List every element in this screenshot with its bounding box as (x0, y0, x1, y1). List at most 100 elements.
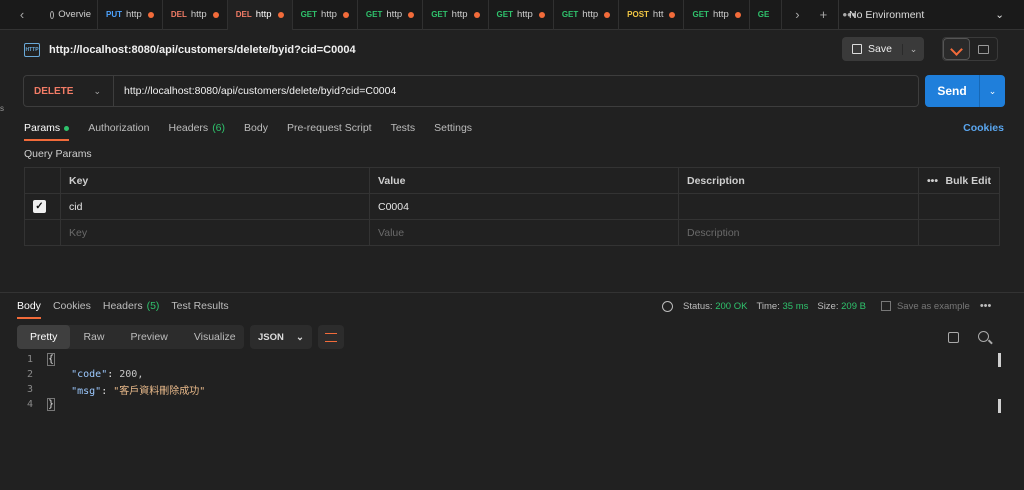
response-meta: Status: 200 OK Time: 35 ms Size: 209 B S… (662, 300, 991, 312)
request-title[interactable]: http://localhost:8080/api/customers/dele… (49, 44, 356, 56)
response-bar: Body Cookies Headers (5) Test Results Sta… (17, 297, 1007, 319)
line-number: 1 (26, 354, 33, 365)
request-tab[interactable]: GET http (423, 0, 489, 30)
tab-label: http (190, 9, 207, 20)
header-description: Description (678, 167, 919, 194)
request-tab[interactable]: GET http (358, 0, 424, 30)
request-tab[interactable]: DEL http (227, 0, 293, 30)
unsaved-dot-icon (473, 11, 480, 18)
request-tab[interactable]: POST htt (619, 0, 685, 30)
scrollbar-marker (998, 399, 1001, 413)
response-body-editor[interactable]: 1{ 2 "code": 200, 3 "msg": "客戶資料刪除成功" 4} (17, 352, 987, 412)
unsaved-dot-icon (408, 11, 415, 18)
save-example-label: Save as example (896, 300, 970, 312)
tab-headers[interactable]: Headers (6) (168, 118, 225, 138)
response-tab-headers[interactable]: Headers (5) (103, 297, 160, 315)
pane-divider[interactable] (0, 292, 1024, 293)
edit-button[interactable] (943, 38, 971, 60)
unsaved-dot-icon (538, 11, 545, 18)
request-tab[interactable]: PUT http (98, 0, 163, 30)
tab-params[interactable]: Params (24, 118, 70, 141)
chevron-left-icon[interactable]: ‹ (0, 0, 44, 30)
chevron-down-icon: ⌄ (93, 85, 101, 96)
request-tab[interactable]: GET http (554, 0, 620, 30)
copy-icon[interactable] (948, 332, 959, 343)
view-tab-pretty[interactable]: Pretty (17, 325, 71, 349)
send-button[interactable]: Send (925, 75, 979, 107)
plus-icon[interactable]: + (810, 7, 836, 22)
chevron-right-icon[interactable]: › (784, 7, 810, 22)
request-tab[interactable]: GET http (293, 0, 358, 30)
wrap-lines-button[interactable] (318, 325, 344, 349)
view-tab-visualize[interactable]: Visualize (181, 325, 249, 349)
value-placeholder[interactable]: Value (369, 219, 679, 246)
scrollbar-thumb[interactable] (998, 353, 1001, 367)
method-select[interactable]: DELETE ⌄ (24, 76, 114, 106)
unsaved-dot-icon (342, 11, 349, 18)
save-icon (852, 44, 862, 54)
format-label: JSON (258, 331, 284, 343)
documentation-button[interactable] (970, 38, 997, 60)
tab-method: GET (365, 10, 383, 19)
chevron-down-icon[interactable]: ⌄ (979, 75, 1005, 107)
tab-authorization[interactable]: Authorization (88, 118, 149, 138)
more-icon[interactable]: ••• (927, 175, 938, 187)
size[interactable]: Size: 209 B (817, 301, 866, 312)
json-value: "客戶資料刪除成功" (113, 386, 206, 397)
chevron-down-icon[interactable]: ⌄ (902, 43, 924, 55)
request-tab[interactable]: GE (750, 0, 783, 30)
status[interactable]: Status: 200 OK (683, 301, 747, 312)
unsaved-dot-icon (277, 11, 284, 18)
key-placeholder[interactable]: Key (60, 219, 370, 246)
code-line: 4} (17, 397, 987, 412)
url-input[interactable]: http://localhost:8080/api/customers/dele… (114, 85, 396, 97)
globe-icon[interactable] (662, 300, 673, 312)
tab-prerequest-script[interactable]: Pre-request Script (287, 118, 372, 138)
status-label: Status: (683, 300, 713, 312)
tab-label: http (582, 9, 599, 20)
tab-headers-label: Headers (168, 122, 209, 134)
request-tab[interactable]: GET http (489, 0, 554, 30)
environment-select[interactable]: No Environment ⌄ (838, 0, 1024, 30)
save-as-example-button[interactable]: Save as example (880, 300, 970, 312)
unsaved-dot-icon (669, 11, 676, 18)
send-group: Send ⌄ (925, 75, 1005, 107)
time-value: 35 ms (782, 300, 809, 312)
tab-method: GET (692, 10, 709, 19)
response-tab-body[interactable]: Body (17, 297, 41, 319)
row-actions-cell (918, 193, 1000, 220)
tab-method: DEL (170, 10, 187, 19)
request-tab[interactable]: GET http (684, 0, 750, 30)
left-edge-label: s (0, 104, 4, 113)
view-tab-raw[interactable]: Raw (70, 325, 117, 349)
response-tab-test-results[interactable]: Test Results (171, 297, 228, 315)
tab-body[interactable]: Body (244, 118, 268, 138)
query-params-label: Query Params (24, 148, 92, 160)
chevron-down-icon: ⌄ (995, 9, 1004, 21)
tab-tests[interactable]: Tests (391, 118, 416, 138)
view-tab-preview[interactable]: Preview (117, 325, 180, 349)
request-tab[interactable]: DEL http (163, 0, 228, 30)
tab-bar: ‹ Overvie PUT http DEL http DEL http GET http GE… (0, 0, 1024, 30)
tab-method: GET (431, 10, 448, 19)
tab-method: PUT (106, 10, 122, 19)
tab-method: GET (496, 10, 513, 19)
time[interactable]: Time: 35 ms (756, 301, 808, 312)
checkbox[interactable]: ✓ (33, 200, 46, 213)
cookies-link[interactable]: Cookies (963, 122, 1004, 134)
param-value[interactable]: C0004 (369, 193, 679, 220)
more-icon[interactable]: ••• (980, 300, 992, 312)
param-description[interactable] (678, 193, 919, 220)
search-icon[interactable] (978, 331, 989, 342)
tab-overview[interactable]: Overvie (44, 0, 98, 30)
param-key[interactable]: cid (60, 193, 370, 220)
response-tab-cookies[interactable]: Cookies (53, 297, 91, 315)
tab-settings[interactable]: Settings (434, 118, 472, 138)
empty-actions-cell (918, 219, 1000, 246)
format-select[interactable]: JSON ⌄ (250, 325, 312, 349)
unsaved-dot-icon (212, 11, 219, 18)
bulk-edit-link[interactable]: Bulk Edit (945, 175, 991, 187)
description-placeholder[interactable]: Description (678, 219, 919, 246)
save-button[interactable]: Save (842, 43, 902, 55)
tab-method: DEL (235, 10, 252, 19)
